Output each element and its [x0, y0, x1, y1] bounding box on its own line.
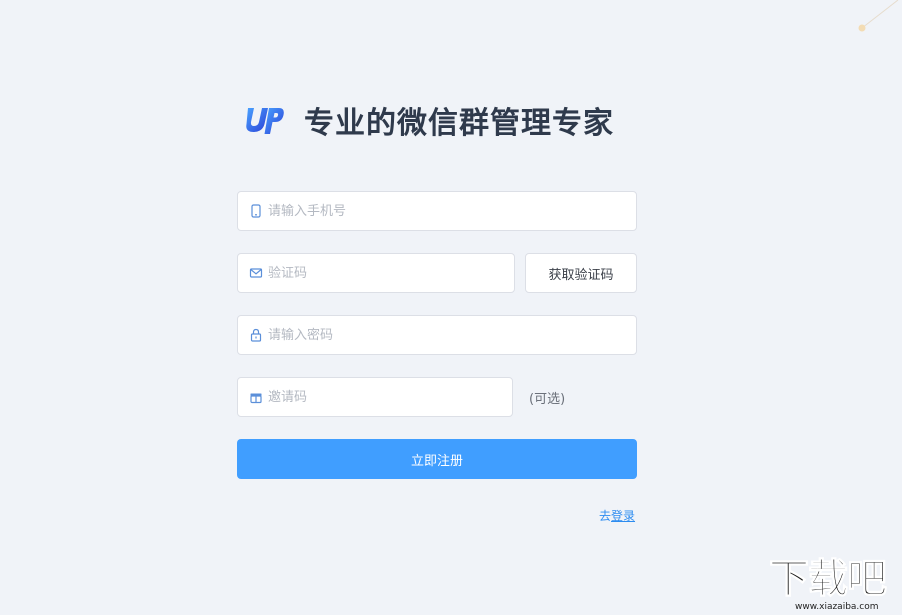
phone-icon: [251, 204, 261, 218]
watermark-url: www.xiazaiba.com: [795, 602, 879, 612]
code-input[interactable]: [268, 254, 506, 292]
watermark-main: 下载吧: [769, 556, 888, 603]
lock-icon: [250, 328, 262, 342]
mail-icon: [249, 268, 263, 278]
decorative-line: [858, 0, 899, 32]
password-input[interactable]: [268, 316, 628, 354]
password-field[interactable]: [237, 315, 637, 355]
login-link[interactable]: 登录: [611, 509, 635, 523]
header: 专业的微信群管理专家: [244, 98, 614, 142]
register-button[interactable]: 立即注册: [237, 439, 637, 479]
gift-icon: [250, 393, 262, 404]
phone-field[interactable]: [237, 191, 637, 231]
code-field[interactable]: [237, 253, 515, 293]
invite-optional-hint: (可选): [529, 392, 566, 407]
get-code-button[interactable]: 获取验证码: [525, 253, 637, 293]
invite-field[interactable]: [237, 377, 513, 417]
up-logo-icon: [246, 108, 284, 134]
phone-input[interactable]: [268, 192, 628, 230]
page-title: 专业的微信群管理专家: [304, 106, 614, 141]
login-prefix: 去: [599, 509, 612, 523]
invite-input[interactable]: [268, 378, 504, 416]
login-link-row: 去登录: [599, 507, 635, 524]
watermark: 下载吧 www.xiazaiba.com: [767, 556, 900, 615]
